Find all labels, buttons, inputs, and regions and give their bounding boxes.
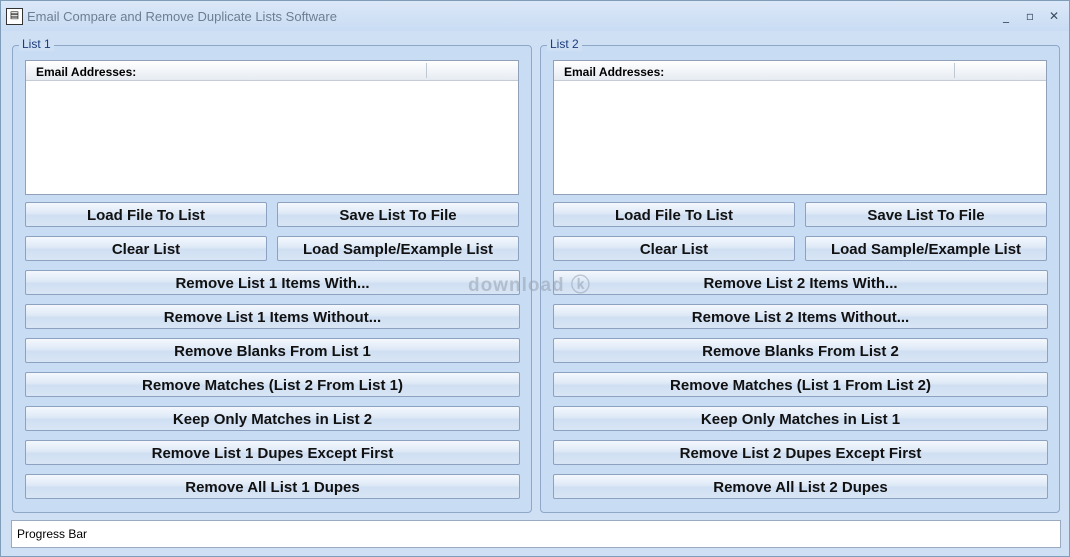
- list2-remove-blanks-button[interactable]: Remove Blanks From List 2: [553, 338, 1048, 363]
- list1-legend: List 1: [19, 37, 54, 51]
- list1-listbox[interactable]: Email Addresses:: [25, 60, 519, 195]
- list2-save-list-button[interactable]: Save List To File: [805, 202, 1047, 227]
- close-button[interactable]: ✕: [1044, 7, 1064, 25]
- download-watermark: download ⓚ: [468, 275, 591, 296]
- list2-header-divider[interactable]: [954, 63, 955, 78]
- close-icon: ✕: [1048, 9, 1060, 23]
- app-window: ▤ Email Compare and Remove Duplicate Lis…: [0, 0, 1070, 557]
- list1-remove-without-button[interactable]: Remove List 1 Items Without...: [25, 304, 520, 329]
- list1-column-header-label: Email Addresses:: [36, 65, 137, 79]
- list2-remove-without-button[interactable]: Remove List 2 Items Without...: [553, 304, 1048, 329]
- minimize-button[interactable]: _: [996, 7, 1016, 25]
- list2-remove-dupes-except-first-button[interactable]: Remove List 2 Dupes Except First: [553, 440, 1048, 465]
- floppy-icon: ▤: [6, 8, 23, 25]
- list1-group: List 1 Email Addresses: Load File To Lis…: [12, 37, 532, 513]
- list2-listbox[interactable]: Email Addresses:: [553, 60, 1047, 195]
- progress-bar: Progress Bar: [11, 520, 1061, 548]
- list1-remove-blanks-button[interactable]: Remove Blanks From List 1: [25, 338, 520, 363]
- list1-remove-matches-button[interactable]: Remove Matches (List 2 From List 1): [25, 372, 520, 397]
- list2-column-header-label: Email Addresses:: [564, 65, 665, 79]
- list2-column-header[interactable]: Email Addresses:: [554, 61, 1046, 81]
- list1-remove-all-dupes-button[interactable]: Remove All List 1 Dupes: [25, 474, 520, 499]
- list1-column-header[interactable]: Email Addresses:: [26, 61, 518, 81]
- list2-remove-matches-button[interactable]: Remove Matches (List 1 From List 2): [553, 372, 1048, 397]
- list1-remove-dupes-except-first-button[interactable]: Remove List 1 Dupes Except First: [25, 440, 520, 465]
- list2-remove-all-dupes-button[interactable]: Remove All List 2 Dupes: [553, 474, 1048, 499]
- list1-header-divider[interactable]: [426, 63, 427, 78]
- list1-clear-list-button[interactable]: Clear List: [25, 236, 267, 261]
- list2-load-file-button[interactable]: Load File To List: [553, 202, 795, 227]
- list1-remove-with-button[interactable]: Remove List 1 Items With...: [25, 270, 520, 295]
- list1-load-file-button[interactable]: Load File To List: [25, 202, 267, 227]
- list2-remove-with-button[interactable]: Remove List 2 Items With...: [553, 270, 1048, 295]
- list1-keep-matches-button[interactable]: Keep Only Matches in List 2: [25, 406, 520, 431]
- list2-keep-matches-button[interactable]: Keep Only Matches in List 1: [553, 406, 1048, 431]
- list2-legend: List 2: [547, 37, 582, 51]
- list1-save-list-button[interactable]: Save List To File: [277, 202, 519, 227]
- list2-group: List 2 Email Addresses: Load File To Lis…: [540, 37, 1060, 513]
- progress-bar-label: Progress Bar: [17, 527, 88, 541]
- list2-load-sample-button[interactable]: Load Sample/Example List: [805, 236, 1047, 261]
- window-title: Email Compare and Remove Duplicate Lists…: [27, 9, 337, 24]
- title-bar[interactable]: ▤ Email Compare and Remove Duplicate Lis…: [1, 1, 1069, 31]
- maximize-button[interactable]: ▫: [1020, 7, 1040, 25]
- list1-load-sample-button[interactable]: Load Sample/Example List: [277, 236, 519, 261]
- list2-clear-list-button[interactable]: Clear List: [553, 236, 795, 261]
